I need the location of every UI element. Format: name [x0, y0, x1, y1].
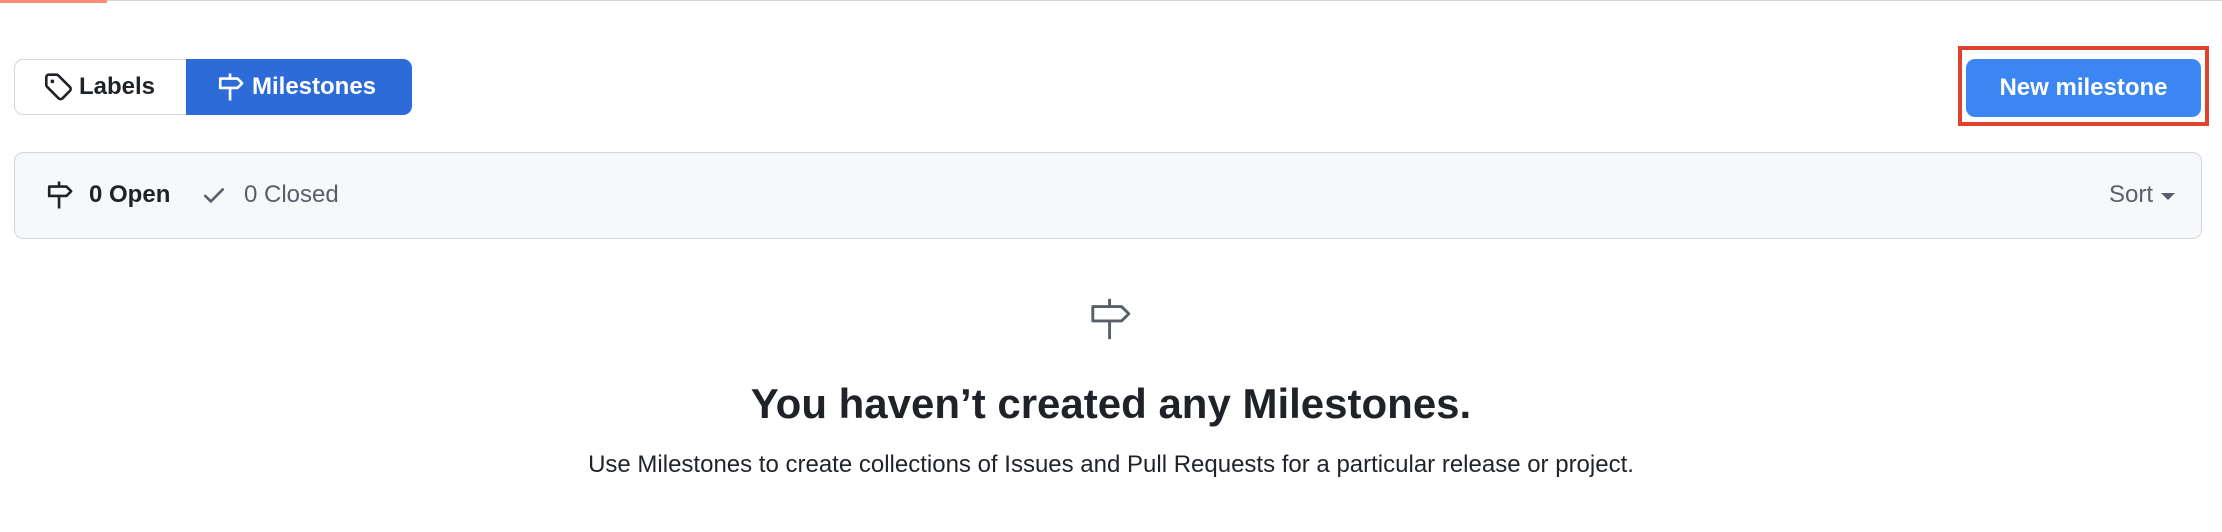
- labels-tab[interactable]: Labels: [14, 59, 186, 115]
- open-count-label: 0 Open: [89, 181, 171, 208]
- closed-count-label: 0 Closed: [244, 181, 339, 208]
- blankslate-title: You haven’t created any Milestones.: [750, 380, 1472, 427]
- closed-filter[interactable]: 0 Closed: [200, 153, 339, 237]
- active-tab-underline: [0, 0, 107, 3]
- check-icon: [203, 188, 225, 203]
- top-divider: [0, 0, 2222, 1]
- milestones-tab[interactable]: Milestones: [186, 59, 412, 115]
- milestone-icon: [218, 73, 244, 101]
- labels-milestones-subnav: Labels Milestones: [14, 59, 412, 115]
- blankslate-description: Use Milestones to create collections of …: [588, 451, 1634, 478]
- sort-label: Sort: [2108, 181, 2153, 208]
- milestones-filter-header: 0 Open 0 Closed Sort: [14, 152, 2202, 239]
- labels-tab-label: Labels: [79, 73, 156, 100]
- milestone-icon: [47, 181, 73, 209]
- tag-icon: [44, 73, 72, 101]
- milestone-icon: [1091, 298, 1131, 340]
- caret-down-icon: [2161, 193, 2175, 200]
- sort-dropdown[interactable]: Sort: [2109, 153, 2175, 237]
- new-milestone-button[interactable]: New milestone: [1966, 59, 2201, 117]
- open-filter[interactable]: 0 Open: [45, 153, 170, 237]
- milestones-tab-label: Milestones: [252, 73, 377, 100]
